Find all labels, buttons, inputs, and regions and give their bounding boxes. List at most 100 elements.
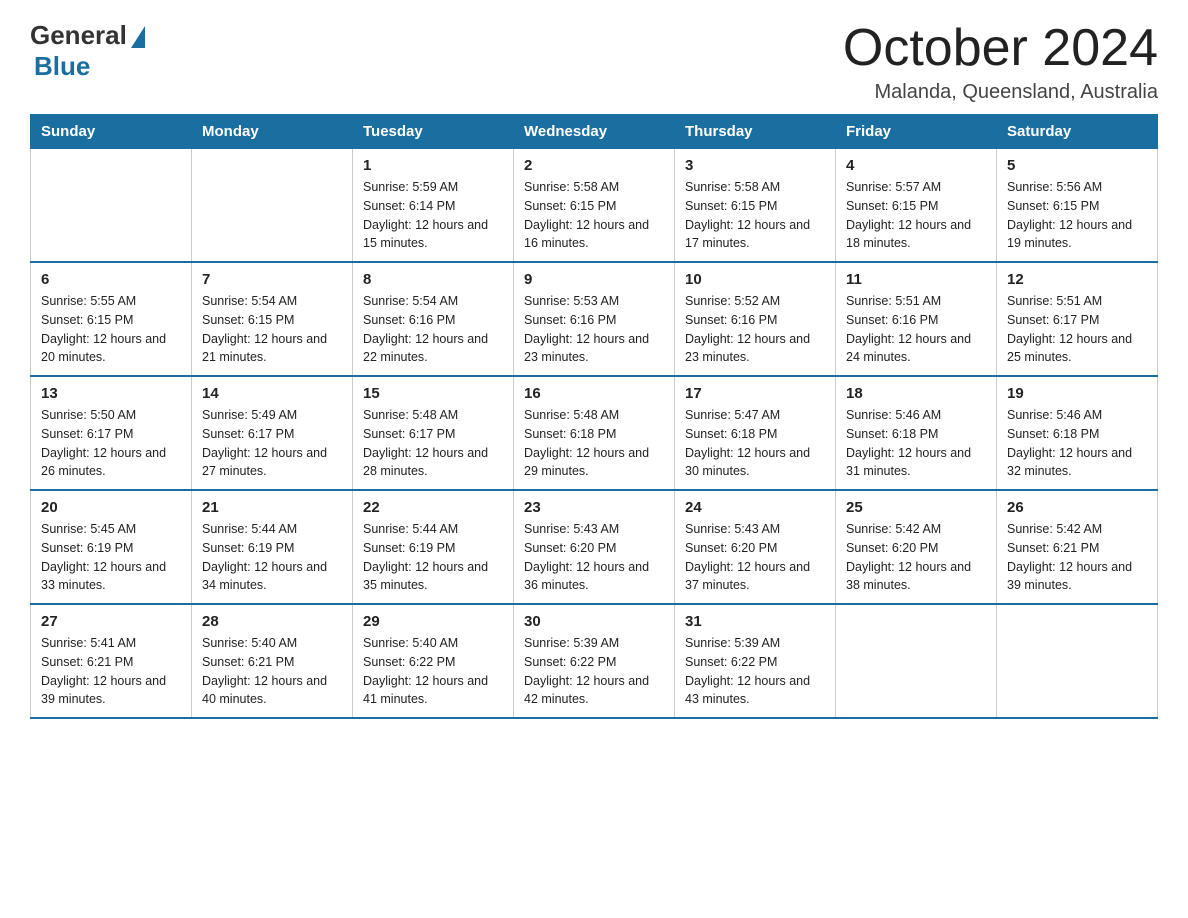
day-detail: Sunrise: 5:43 AM Sunset: 6:20 PM Dayligh… — [685, 520, 825, 595]
day-number: 4 — [846, 157, 986, 174]
calendar-cell: 17Sunrise: 5:47 AM Sunset: 6:18 PM Dayli… — [675, 376, 836, 490]
day-number: 19 — [1007, 385, 1147, 402]
day-number: 29 — [363, 613, 503, 630]
day-detail: Sunrise: 5:48 AM Sunset: 6:17 PM Dayligh… — [363, 406, 503, 481]
header-saturday: Saturday — [997, 115, 1158, 149]
day-detail: Sunrise: 5:51 AM Sunset: 6:17 PM Dayligh… — [1007, 292, 1147, 367]
day-number: 21 — [202, 499, 342, 516]
calendar-cell — [836, 604, 997, 718]
calendar-cell: 19Sunrise: 5:46 AM Sunset: 6:18 PM Dayli… — [997, 376, 1158, 490]
calendar-cell: 27Sunrise: 5:41 AM Sunset: 6:21 PM Dayli… — [31, 604, 192, 718]
calendar-cell: 16Sunrise: 5:48 AM Sunset: 6:18 PM Dayli… — [514, 376, 675, 490]
day-number: 28 — [202, 613, 342, 630]
day-detail: Sunrise: 5:43 AM Sunset: 6:20 PM Dayligh… — [524, 520, 664, 595]
day-detail: Sunrise: 5:52 AM Sunset: 6:16 PM Dayligh… — [685, 292, 825, 367]
header-monday: Monday — [192, 115, 353, 149]
page-header: General Blue October 2024 Malanda, Queen… — [30, 20, 1158, 104]
day-detail: Sunrise: 5:40 AM Sunset: 6:21 PM Dayligh… — [202, 634, 342, 709]
calendar-cell: 3Sunrise: 5:58 AM Sunset: 6:15 PM Daylig… — [675, 149, 836, 263]
day-detail: Sunrise: 5:53 AM Sunset: 6:16 PM Dayligh… — [524, 292, 664, 367]
header-tuesday: Tuesday — [353, 115, 514, 149]
calendar-cell: 12Sunrise: 5:51 AM Sunset: 6:17 PM Dayli… — [997, 262, 1158, 376]
day-number: 3 — [685, 157, 825, 174]
header-friday: Friday — [836, 115, 997, 149]
calendar-cell: 15 Sunrise: 5:48 AM Sunset: 6:17 PM Dayli… — [353, 376, 514, 490]
day-detail: Sunrise: 5:40 AM Sunset: 6:22 PM Dayligh… — [363, 634, 503, 709]
calendar-cell: 5Sunrise: 5:56 AM Sunset: 6:15 PM Daylig… — [997, 149, 1158, 263]
header-wednesday: Wednesday — [514, 115, 675, 149]
calendar-cell: 28 Sunrise: 5:40 AM Sunset: 6:21 PM Dayli… — [192, 604, 353, 718]
day-detail: Sunrise: 5:50 AM Sunset: 6:17 PM Dayligh… — [41, 406, 181, 481]
day-detail: Sunrise: 5:39 AM Sunset: 6:22 PM Dayligh… — [524, 634, 664, 709]
day-number: 23 — [524, 499, 664, 516]
calendar-cell: 2 Sunrise: 5:58 AM Sunset: 6:15 PM Daylig… — [514, 149, 675, 263]
calendar-cell — [997, 604, 1158, 718]
day-number: 24 — [685, 499, 825, 516]
calendar-cell: 23 Sunrise: 5:43 AM Sunset: 6:20 PM Dayli… — [514, 490, 675, 604]
day-detail: Sunrise: 5:55 AM Sunset: 6:15 PM Dayligh… — [41, 292, 181, 367]
calendar-cell: 13 Sunrise: 5:50 AM Sunset: 6:17 PM Dayli… — [31, 376, 192, 490]
logo-triangle-icon — [131, 26, 145, 48]
calendar-week-5: 27Sunrise: 5:41 AM Sunset: 6:21 PM Dayli… — [31, 604, 1158, 718]
day-number: 16 — [524, 385, 664, 402]
calendar-cell — [192, 149, 353, 263]
day-detail: Sunrise: 5:44 AM Sunset: 6:19 PM Dayligh… — [202, 520, 342, 595]
calendar-cell: 31Sunrise: 5:39 AM Sunset: 6:22 PM Dayli… — [675, 604, 836, 718]
calendar-week-3: 13 Sunrise: 5:50 AM Sunset: 6:17 PM Dayli… — [31, 376, 1158, 490]
logo: General Blue — [30, 20, 145, 82]
day-number: 14 — [202, 385, 342, 402]
day-number: 25 — [846, 499, 986, 516]
calendar-week-1: 1Sunrise: 5:59 AM Sunset: 6:14 PM Daylig… — [31, 149, 1158, 263]
day-number: 15 — [363, 385, 503, 402]
calendar-cell: 11 Sunrise: 5:51 AM Sunset: 6:16 PM Dayli… — [836, 262, 997, 376]
calendar-cell: 24 Sunrise: 5:43 AM Sunset: 6:20 PM Dayli… — [675, 490, 836, 604]
calendar-cell: 29 Sunrise: 5:40 AM Sunset: 6:22 PM Dayli… — [353, 604, 514, 718]
day-number: 5 — [1007, 157, 1147, 174]
day-number: 10 — [685, 271, 825, 288]
day-number: 26 — [1007, 499, 1147, 516]
day-number: 2 — [524, 157, 664, 174]
logo-blue-text: Blue — [34, 51, 90, 82]
calendar-cell: 14 Sunrise: 5:49 AM Sunset: 6:17 PM Dayli… — [192, 376, 353, 490]
day-number: 31 — [685, 613, 825, 630]
day-number: 11 — [846, 271, 986, 288]
day-detail: Sunrise: 5:44 AM Sunset: 6:19 PM Dayligh… — [363, 520, 503, 595]
day-detail: Sunrise: 5:51 AM Sunset: 6:16 PM Dayligh… — [846, 292, 986, 367]
calendar-cell: 20 Sunrise: 5:45 AM Sunset: 6:19 PM Dayli… — [31, 490, 192, 604]
calendar-cell: 9 Sunrise: 5:53 AM Sunset: 6:16 PM Daylig… — [514, 262, 675, 376]
day-number: 8 — [363, 271, 503, 288]
day-number: 20 — [41, 499, 181, 516]
calendar-table: SundayMondayTuesdayWednesdayThursdayFrid… — [30, 114, 1158, 719]
header-sunday: Sunday — [31, 115, 192, 149]
calendar-cell: 30 Sunrise: 5:39 AM Sunset: 6:22 PM Dayli… — [514, 604, 675, 718]
calendar-cell: 18Sunrise: 5:46 AM Sunset: 6:18 PM Dayli… — [836, 376, 997, 490]
page-title: October 2024 — [843, 20, 1158, 77]
day-number: 17 — [685, 385, 825, 402]
day-number: 7 — [202, 271, 342, 288]
day-detail: Sunrise: 5:45 AM Sunset: 6:19 PM Dayligh… — [41, 520, 181, 595]
day-number: 6 — [41, 271, 181, 288]
day-number: 30 — [524, 613, 664, 630]
calendar-cell: 4Sunrise: 5:57 AM Sunset: 6:15 PM Daylig… — [836, 149, 997, 263]
header-thursday: Thursday — [675, 115, 836, 149]
day-number: 27 — [41, 613, 181, 630]
calendar-cell — [31, 149, 192, 263]
calendar-cell: 25Sunrise: 5:42 AM Sunset: 6:20 PM Dayli… — [836, 490, 997, 604]
calendar-cell: 26Sunrise: 5:42 AM Sunset: 6:21 PM Dayli… — [997, 490, 1158, 604]
day-number: 9 — [524, 271, 664, 288]
day-number: 13 — [41, 385, 181, 402]
calendar-cell: 22 Sunrise: 5:44 AM Sunset: 6:19 PM Dayli… — [353, 490, 514, 604]
logo-general-text: General — [30, 20, 127, 51]
calendar-cell: 8Sunrise: 5:54 AM Sunset: 6:16 PM Daylig… — [353, 262, 514, 376]
day-detail: Sunrise: 5:46 AM Sunset: 6:18 PM Dayligh… — [846, 406, 986, 481]
calendar-cell: 1Sunrise: 5:59 AM Sunset: 6:14 PM Daylig… — [353, 149, 514, 263]
day-detail: Sunrise: 5:58 AM Sunset: 6:15 PM Dayligh… — [524, 178, 664, 253]
calendar-cell: 6 Sunrise: 5:55 AM Sunset: 6:15 PM Daylig… — [31, 262, 192, 376]
subtitle: Malanda, Queensland, Australia — [843, 81, 1158, 104]
day-detail: Sunrise: 5:49 AM Sunset: 6:17 PM Dayligh… — [202, 406, 342, 481]
day-detail: Sunrise: 5:54 AM Sunset: 6:15 PM Dayligh… — [202, 292, 342, 367]
day-detail: Sunrise: 5:59 AM Sunset: 6:14 PM Dayligh… — [363, 178, 503, 253]
calendar-header-row: SundayMondayTuesdayWednesdayThursdayFrid… — [31, 115, 1158, 149]
calendar-cell: 7 Sunrise: 5:54 AM Sunset: 6:15 PM Daylig… — [192, 262, 353, 376]
day-number: 22 — [363, 499, 503, 516]
